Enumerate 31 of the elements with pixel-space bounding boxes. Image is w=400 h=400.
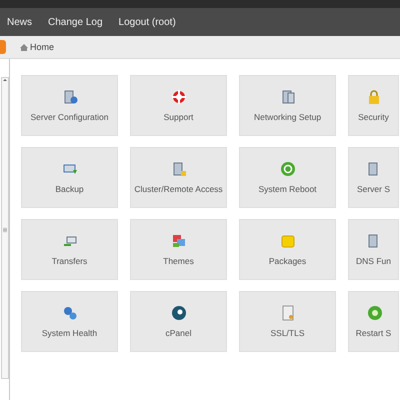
feature-tile[interactable]: Networking Setup [239,75,336,136]
nav-link[interactable]: Change Log [48,16,103,28]
scrollbar[interactable] [0,77,8,379]
server-lock-icon [170,161,186,177]
feature-tile[interactable]: Support [130,75,227,136]
feature-tile[interactable]: System Reboot [239,147,336,208]
home-breadcrumb[interactable]: Home [20,42,54,52]
feature-tile[interactable]: Backup [21,147,118,208]
feature-tile[interactable]: Packages [239,219,336,280]
box-icon [280,233,296,249]
grip-icon [2,228,6,232]
feature-tile[interactable]: Server S [348,147,399,208]
scroll-up-icon[interactable] [2,78,6,82]
feature-tile[interactable]: SSL/TLS [239,291,336,352]
feature-tile[interactable]: Themes [130,219,227,280]
feature-tile[interactable]: Security [348,75,399,136]
feature-tile[interactable]: DNS Fun [348,219,399,280]
lifebuoy-icon [170,89,186,105]
nav-link[interactable]: Logout (root) [118,16,176,28]
sidebar-toggle-button[interactable] [0,40,6,54]
windows-icon [170,233,186,249]
server-icon [280,89,296,105]
feature-tile[interactable]: cPanel [130,291,227,352]
nav-link[interactable]: News [7,16,32,28]
feature-tile[interactable]: Cluster/Remote Access [130,147,227,208]
home-icon [20,44,28,50]
feature-tile[interactable]: Server Configuration [21,75,118,136]
feature-tile[interactable]: System Health [21,291,118,352]
feature-tile[interactable]: Restart S [348,291,399,352]
feature-tile[interactable]: Transfers [21,219,118,280]
certificate-icon [280,305,296,321]
